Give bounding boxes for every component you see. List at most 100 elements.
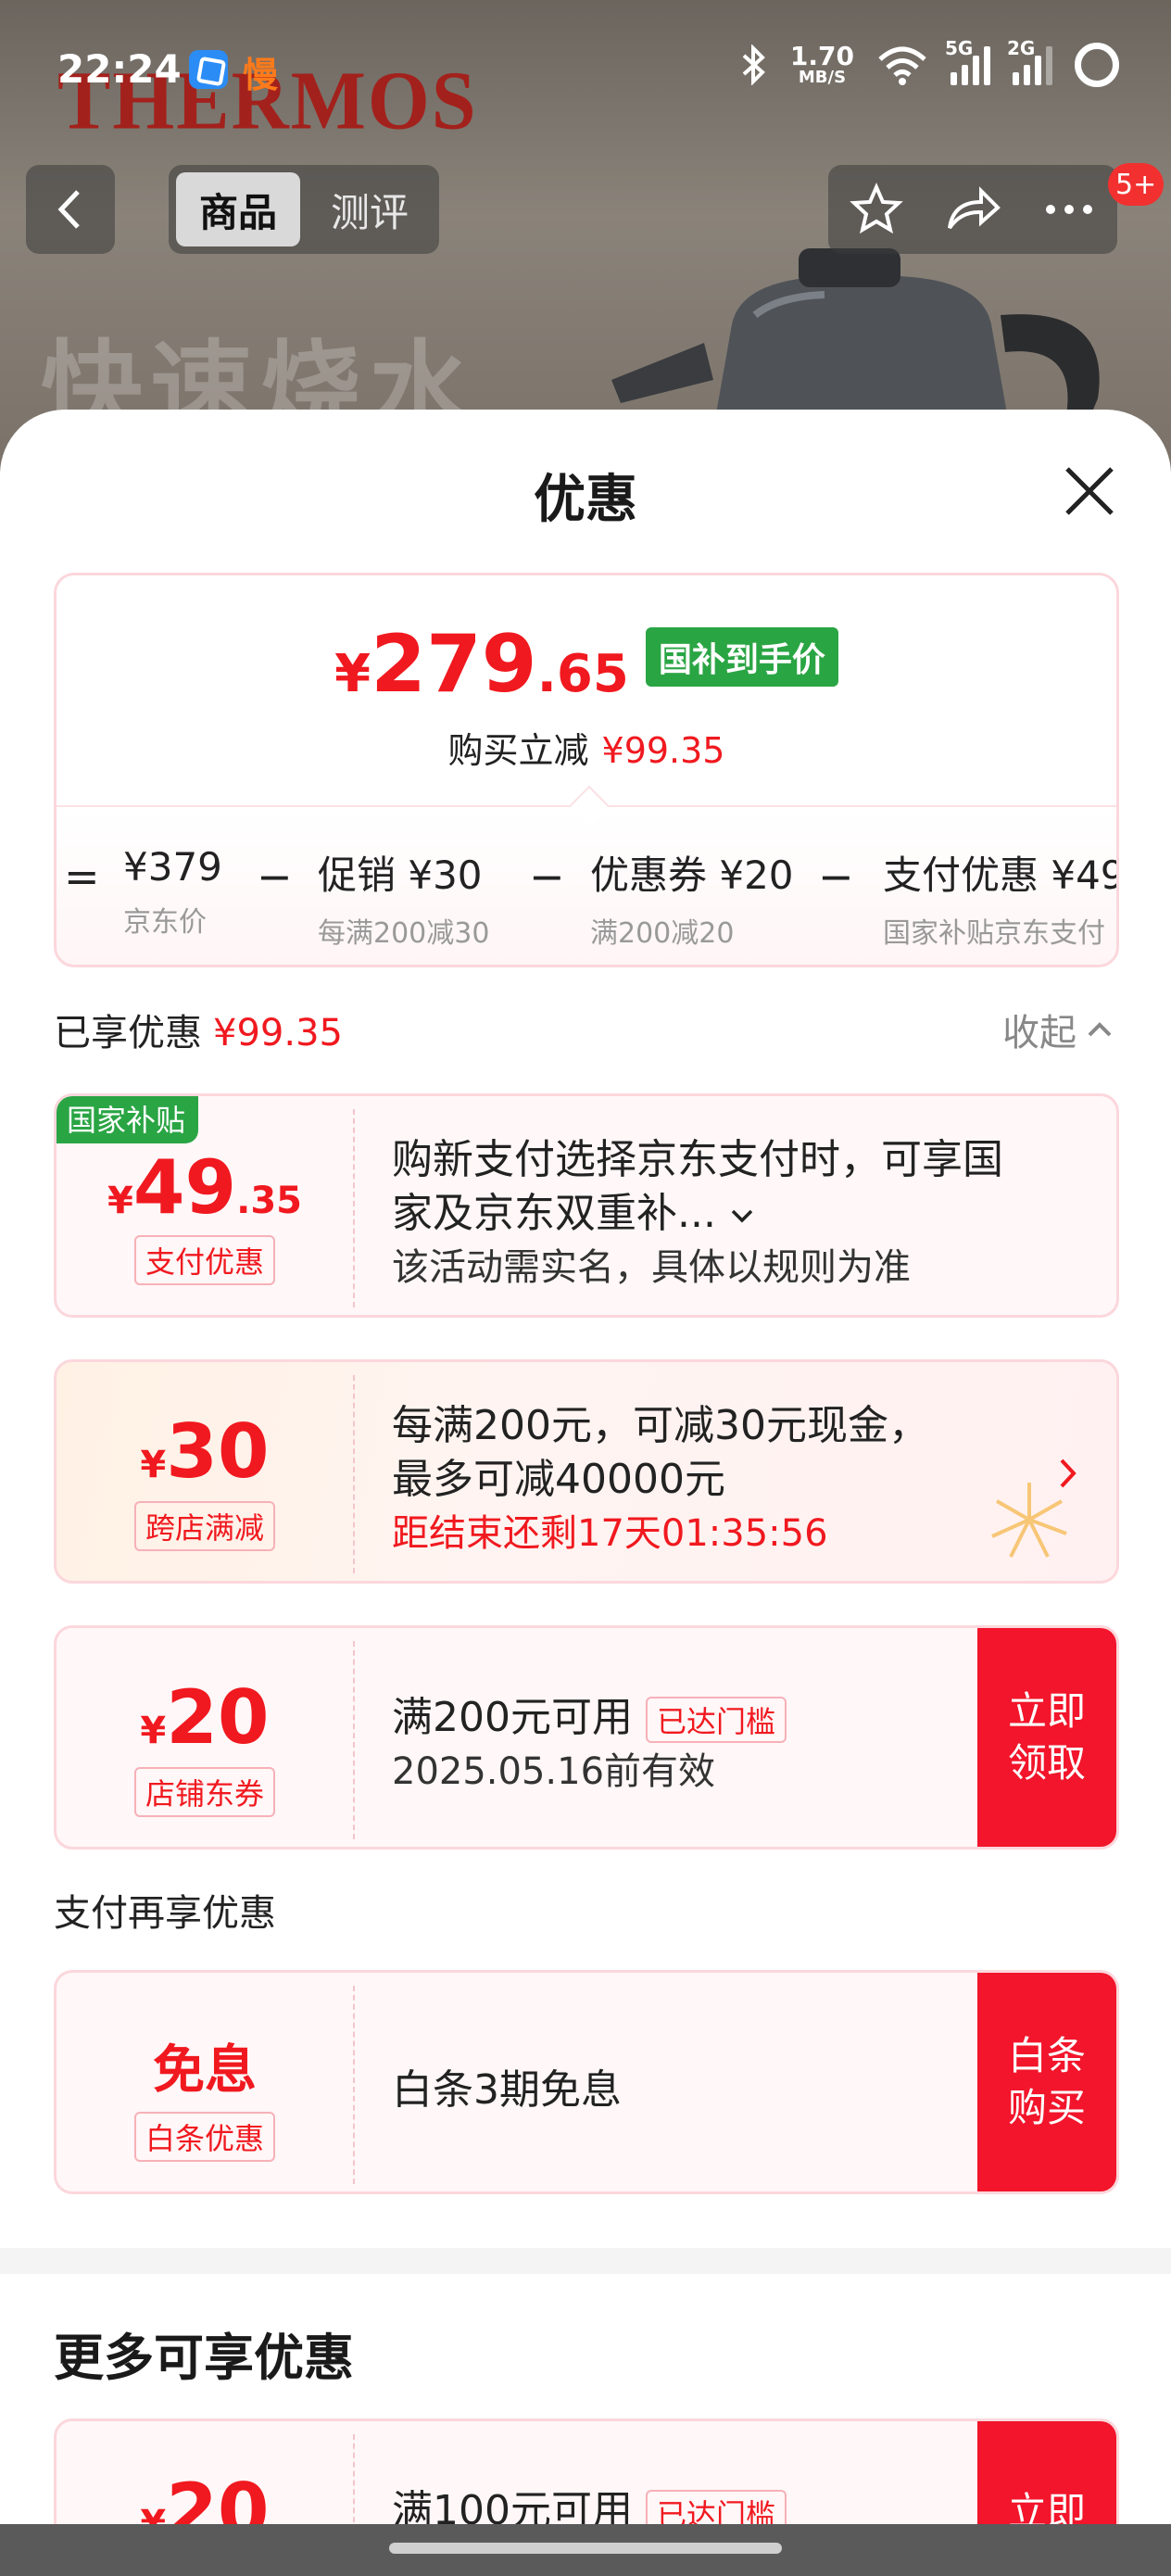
- network-speed: 1.70 MB/S: [790, 44, 854, 86]
- tab-product[interactable]: 商品: [176, 172, 300, 246]
- claim-coupon-button[interactable]: 立即 领取: [977, 1628, 1116, 1847]
- offer-amount: ¥20: [57, 1674, 353, 1761]
- offer-line-1-wrap: 满200元可用 已达门槛: [392, 1684, 787, 1743]
- formula-sub: 每满200减30: [318, 917, 490, 950]
- amount-integer: 30: [166, 1408, 270, 1495]
- claim-button-line-1: 立即: [1007, 1688, 1086, 1734]
- status-bar: 22:24 慢 1.70 MB/S 5G 2G: [0, 0, 1171, 139]
- formula-item-jd-price: ¥379 京东价: [123, 844, 222, 940]
- offer-separator: [353, 1986, 355, 2184]
- offer-amount-block: 免息 白条优惠: [57, 1973, 353, 2191]
- price-formula: = ¥379 京东价 − 促销 ¥30 每满200减30 − 优惠券 ¥20 满…: [57, 833, 1116, 950]
- offer-amount-block: ¥20 店铺东券: [57, 1628, 353, 1847]
- home-indicator[interactable]: [389, 2543, 782, 2554]
- offer-type-tag: 跨店满减: [133, 1501, 276, 1551]
- app-notification-icon: [189, 50, 228, 89]
- signal-5g-icon: 5G: [945, 37, 990, 85]
- amount-symbol: ¥: [140, 1444, 167, 1486]
- enjoyed-discount: 已享优惠 ¥99.35: [54, 1003, 343, 1056]
- formula-minus: −: [818, 852, 854, 902]
- share-icon[interactable]: [944, 182, 1001, 237]
- offer-type-tag: 店铺东券: [133, 1767, 276, 1817]
- offer-type-tag: 支付优惠: [133, 1235, 276, 1285]
- bluetooth-icon: [742, 44, 765, 85]
- formula-minus: −: [529, 852, 565, 902]
- amount-decimal: .35: [236, 1180, 303, 1222]
- price-summary-card: ¥ 279 .65 国补到手价 购买立减 ¥99.35 = ¥379 京东价 − …: [54, 573, 1119, 967]
- formula-item-coupon: 优惠券 ¥20 满200减20: [590, 844, 794, 951]
- formula-value: ¥379: [123, 844, 222, 890]
- offer-line-2-wrap[interactable]: 家及京东双重补...: [392, 1180, 755, 1239]
- formula-sub: 国家补贴京东支付: [883, 917, 1105, 950]
- close-icon[interactable]: [1056, 458, 1123, 524]
- offer-details: 购新支付选择京东支付时，可享国 家及京东双重补... 该活动需实名，具体以规则为…: [392, 1096, 1116, 1315]
- amount-integer: 49: [132, 1144, 237, 1231]
- offer-card-cross-store[interactable]: ¥30 跨店满减 每满200元，可减30元现金， 最多可减40000元 距结束还…: [54, 1359, 1119, 1584]
- chevron-right-icon: [1060, 1458, 1077, 1488]
- back-button[interactable]: [26, 165, 115, 254]
- instant-discount-label: 购买立减: [447, 730, 589, 771]
- price-decimal: .65: [536, 644, 629, 704]
- sheet-title: 优惠: [534, 470, 637, 530]
- offer-interest-free: 免息: [153, 2040, 257, 2101]
- formula-item-promo: 促销 ¥30 每满200减30: [318, 844, 489, 951]
- offer-separator: [353, 1641, 355, 1839]
- tab-review[interactable]: 测评: [308, 172, 432, 246]
- offer-card-shop-coupon[interactable]: ¥20 店铺东券 满200元可用 已达门槛 2025.05.16前有效 立即 领取: [54, 1625, 1119, 1850]
- more-offers-title: 更多可享优惠: [54, 2329, 354, 2387]
- claim-button-line-2: 领取: [1007, 1740, 1086, 1786]
- offer-card-baitiao[interactable]: 免息 白条优惠 白条3期免息 白条 购买: [54, 1970, 1119, 2194]
- battery-icon: [1075, 43, 1119, 87]
- formula-equals: =: [64, 852, 100, 902]
- offer-line-2: 家及京东双重补...: [392, 1190, 716, 1237]
- amount-symbol: ¥: [107, 1180, 133, 1222]
- formula-item-payment: 支付优惠 ¥49 国家补贴京东支付: [883, 844, 1119, 951]
- offer-countdown: 距结束还剩17天01:35:56: [392, 1512, 828, 1555]
- header-actions: [828, 165, 1117, 254]
- formula-value: 优惠券 ¥20: [590, 852, 794, 898]
- status-time: 22:24: [57, 46, 182, 92]
- message-count-badge: 5+: [1108, 163, 1165, 206]
- baitiao-buy-button[interactable]: 白条 购买: [977, 1973, 1116, 2191]
- price-integer: 279: [371, 618, 537, 711]
- instant-discount: 购买立减 ¥99.35: [57, 722, 1116, 773]
- more-icon[interactable]: [1041, 200, 1097, 219]
- collapse-button[interactable]: 收起: [1002, 1003, 1114, 1056]
- network-speed-unit: MB/S: [798, 68, 847, 87]
- offer-type-tag: 白条优惠: [133, 2112, 276, 2162]
- formula-minus: −: [257, 852, 293, 902]
- gov-subsidy-corner-tag: 国家补贴: [57, 1096, 199, 1143]
- offer-separator: [353, 1375, 355, 1573]
- threshold-reached-tag: 已达门槛: [645, 1697, 787, 1743]
- offer-amount: ¥30: [57, 1408, 353, 1495]
- price-symbol: ¥: [334, 644, 371, 704]
- offer-separator: [353, 1109, 355, 1307]
- offer-amount-block: ¥30 跨店满减: [57, 1362, 353, 1581]
- chevron-up-icon: [1088, 1022, 1112, 1037]
- section-divider: [0, 2248, 1171, 2274]
- chevron-left-icon: [57, 190, 80, 229]
- star-icon[interactable]: [849, 182, 904, 237]
- enjoyed-value: ¥99.35: [213, 1012, 343, 1054]
- chevron-down-icon: [731, 1209, 753, 1223]
- offer-line-1: 每满200元，可减30元现金，: [392, 1402, 929, 1449]
- offer-line-1: 购新支付选择京东支付时，可享国: [392, 1136, 1003, 1183]
- amount-symbol: ¥: [140, 1710, 167, 1752]
- slow-network-label: 慢: [243, 55, 279, 95]
- wifi-icon: [878, 46, 926, 85]
- signal-5g-label: 5G: [945, 37, 974, 59]
- baitiao-button-line-2: 购买: [1007, 2085, 1086, 2130]
- signal-2g-label: 2G: [1007, 37, 1036, 59]
- header-tabs: 商品 测评: [169, 165, 439, 254]
- offer-line-3: 该活动需实名，具体以规则为准: [392, 1246, 911, 1289]
- formula-sub: 满200减20: [590, 917, 735, 950]
- enjoyed-label: 已享优惠: [54, 1012, 202, 1054]
- gov-subsidy-tag: 国补到手价: [645, 627, 838, 687]
- formula-value: 支付优惠 ¥49: [883, 852, 1119, 898]
- offers-sheet: 优惠 ¥ 279 .65 国补到手价 购买立减 ¥99.35 = ¥379 京东价…: [0, 410, 1171, 2576]
- signal-2g-icon: 2G: [1007, 37, 1052, 85]
- status-icons: 1.70 MB/S 5G 2G: [740, 37, 1119, 87]
- offer-validity: 2025.05.16前有效: [392, 1750, 716, 1793]
- collapse-label: 收起: [1002, 1012, 1077, 1054]
- offer-card-payment[interactable]: ¥49.35 支付优惠 国家补贴 购新支付选择京东支付时，可享国 家及京东双重补…: [54, 1093, 1119, 1318]
